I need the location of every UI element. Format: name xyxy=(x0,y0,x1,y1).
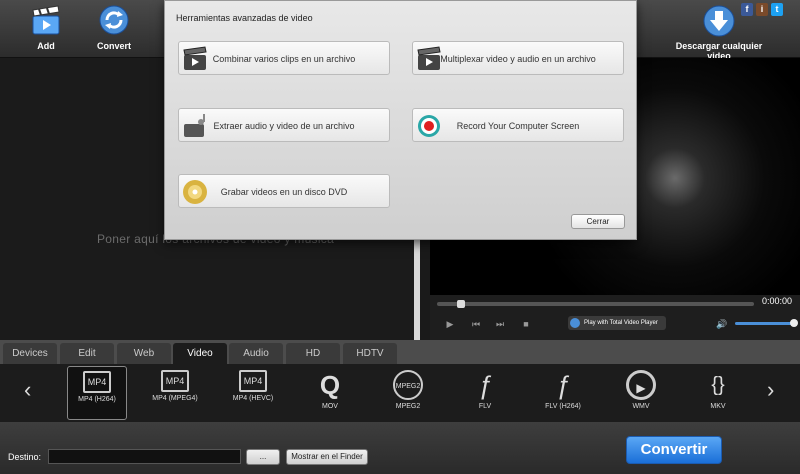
total-video-player-button[interactable]: Play with Total Video Player xyxy=(568,316,666,330)
format-mpeg2[interactable]: MPEG2 MPEG2 xyxy=(378,366,438,420)
format-mp4-hevc[interactable]: MP4 MP4 (HEVC) xyxy=(223,366,283,420)
flash-icon: ƒ xyxy=(477,370,493,400)
flash-icon: ƒ xyxy=(555,370,571,400)
film-mp4-icon: MP4 xyxy=(239,370,267,392)
tab-audio[interactable]: Audio xyxy=(229,343,283,364)
merge-label: Combinar varios clips en un archivo xyxy=(212,54,356,64)
format-strip: MP4 MP4 (H264) MP4 MP4 (MPEG4) MP4 MP4 (… xyxy=(0,364,800,422)
dvd-label: Grabar videos en un disco DVD xyxy=(220,187,348,197)
dvd-disc-icon xyxy=(183,180,207,204)
tvp-icon xyxy=(570,318,580,328)
next-frame-icon[interactable]: ⏭ xyxy=(494,318,506,330)
app-window: Add Convert Descargar cualquier video f … xyxy=(0,0,800,474)
previous-frame-icon[interactable]: ⏮ xyxy=(470,318,482,330)
destination-field[interactable] xyxy=(48,449,241,464)
player-controls: 0:00:00 ▶ ⏮ ⏭ ■ Play with Total Video Pl… xyxy=(430,295,800,340)
chevron-right-icon[interactable]: › xyxy=(767,377,774,403)
convert-button[interactable]: Convertir xyxy=(626,436,722,464)
download-arrow-icon xyxy=(703,5,735,37)
close-dialog-button[interactable]: Cerrar xyxy=(571,214,625,229)
seek-handle[interactable] xyxy=(457,300,465,308)
extract-music-icon xyxy=(184,114,205,137)
bottom-bar: Destino: ... Mostrar en el Finder Conver… xyxy=(0,422,800,474)
format-flv[interactable]: ƒ FLV xyxy=(455,366,515,420)
format-mp4-mpeg4[interactable]: MP4 MP4 (MPEG4) xyxy=(145,366,205,420)
format-wmv[interactable]: ▶ WMV xyxy=(611,366,671,420)
format-mov[interactable]: Q MOV xyxy=(300,366,360,420)
clapperboard-icon xyxy=(183,46,207,70)
matroska-icon: {} xyxy=(711,374,725,396)
volume-icon[interactable]: 🔊 xyxy=(716,318,728,330)
windows-media-icon: ▶ xyxy=(626,370,656,400)
record-icon xyxy=(418,115,440,137)
tab-devices[interactable]: Devices xyxy=(3,343,57,364)
add-label: Add xyxy=(37,41,55,51)
merge-clips-button[interactable]: Combinar varios clips en un archivo xyxy=(178,41,390,75)
extract-av-button[interactable]: Extraer audio y video de un archivo xyxy=(178,108,390,142)
stop-icon[interactable]: ■ xyxy=(520,318,532,330)
volume-slider[interactable] xyxy=(735,322,795,325)
tvp-label: Play with Total Video Player xyxy=(584,320,658,326)
destination-label: Destino: xyxy=(8,452,42,462)
time-display: 0:00:00 xyxy=(762,296,793,306)
multiplex-label: Multiplexar video y audio en un archivo xyxy=(440,54,596,64)
facebook-icon[interactable]: f xyxy=(741,3,753,16)
tab-web[interactable]: Web xyxy=(117,343,171,364)
add-button[interactable]: Add xyxy=(16,4,76,51)
convert-label: Convert xyxy=(96,41,131,51)
dialog-title: Herramientas avanzadas de video xyxy=(176,13,313,23)
play-icon[interactable]: ▶ xyxy=(444,318,456,330)
convert-toolbar-button[interactable]: Convert xyxy=(84,4,144,51)
chevron-left-icon[interactable]: ‹ xyxy=(24,377,31,403)
film-mp4-icon: MP4 xyxy=(161,370,189,392)
tab-hdtv[interactable]: HDTV xyxy=(343,343,397,364)
format-mp4-h264[interactable]: MP4 MP4 (H264) xyxy=(67,366,127,420)
record-label: Record Your Computer Screen xyxy=(456,121,580,131)
burn-dvd-button[interactable]: Grabar videos en un disco DVD xyxy=(178,174,390,208)
tab-hd[interactable]: HD xyxy=(286,343,340,364)
volume-handle[interactable] xyxy=(790,319,798,327)
advanced-tools-dialog: Herramientas avanzadas de video Combinar… xyxy=(164,0,637,240)
clapperboard-icon xyxy=(417,46,441,70)
show-in-finder-button[interactable]: Mostrar en el Finder xyxy=(286,449,368,465)
format-flv-h264[interactable]: ƒ FLV (H264) xyxy=(533,366,593,420)
quicktime-icon: Q xyxy=(319,370,341,400)
film-mp4-icon: MP4 xyxy=(83,371,111,393)
record-screen-button[interactable]: Record Your Computer Screen xyxy=(412,108,624,142)
tab-video[interactable]: Video xyxy=(173,343,227,364)
multiplex-button[interactable]: Multiplexar video y audio en un archivo xyxy=(412,41,624,75)
extract-label: Extraer audio y video de un archivo xyxy=(213,121,355,131)
disc-mpeg2-icon: MPEG2 xyxy=(393,370,423,400)
clapperboard-add-icon xyxy=(32,5,60,35)
seek-bar[interactable] xyxy=(437,302,754,306)
twitter-icon[interactable]: t xyxy=(771,3,783,16)
tab-edit[interactable]: Edit xyxy=(60,343,114,364)
browse-button[interactable]: ... xyxy=(246,449,280,465)
format-mkv[interactable]: {} MKV xyxy=(688,366,748,420)
instagram-icon[interactable]: i xyxy=(756,3,768,16)
refresh-convert-icon xyxy=(99,5,129,35)
category-tabs: Devices Edit Web Video Audio HD HDTV xyxy=(0,340,800,364)
